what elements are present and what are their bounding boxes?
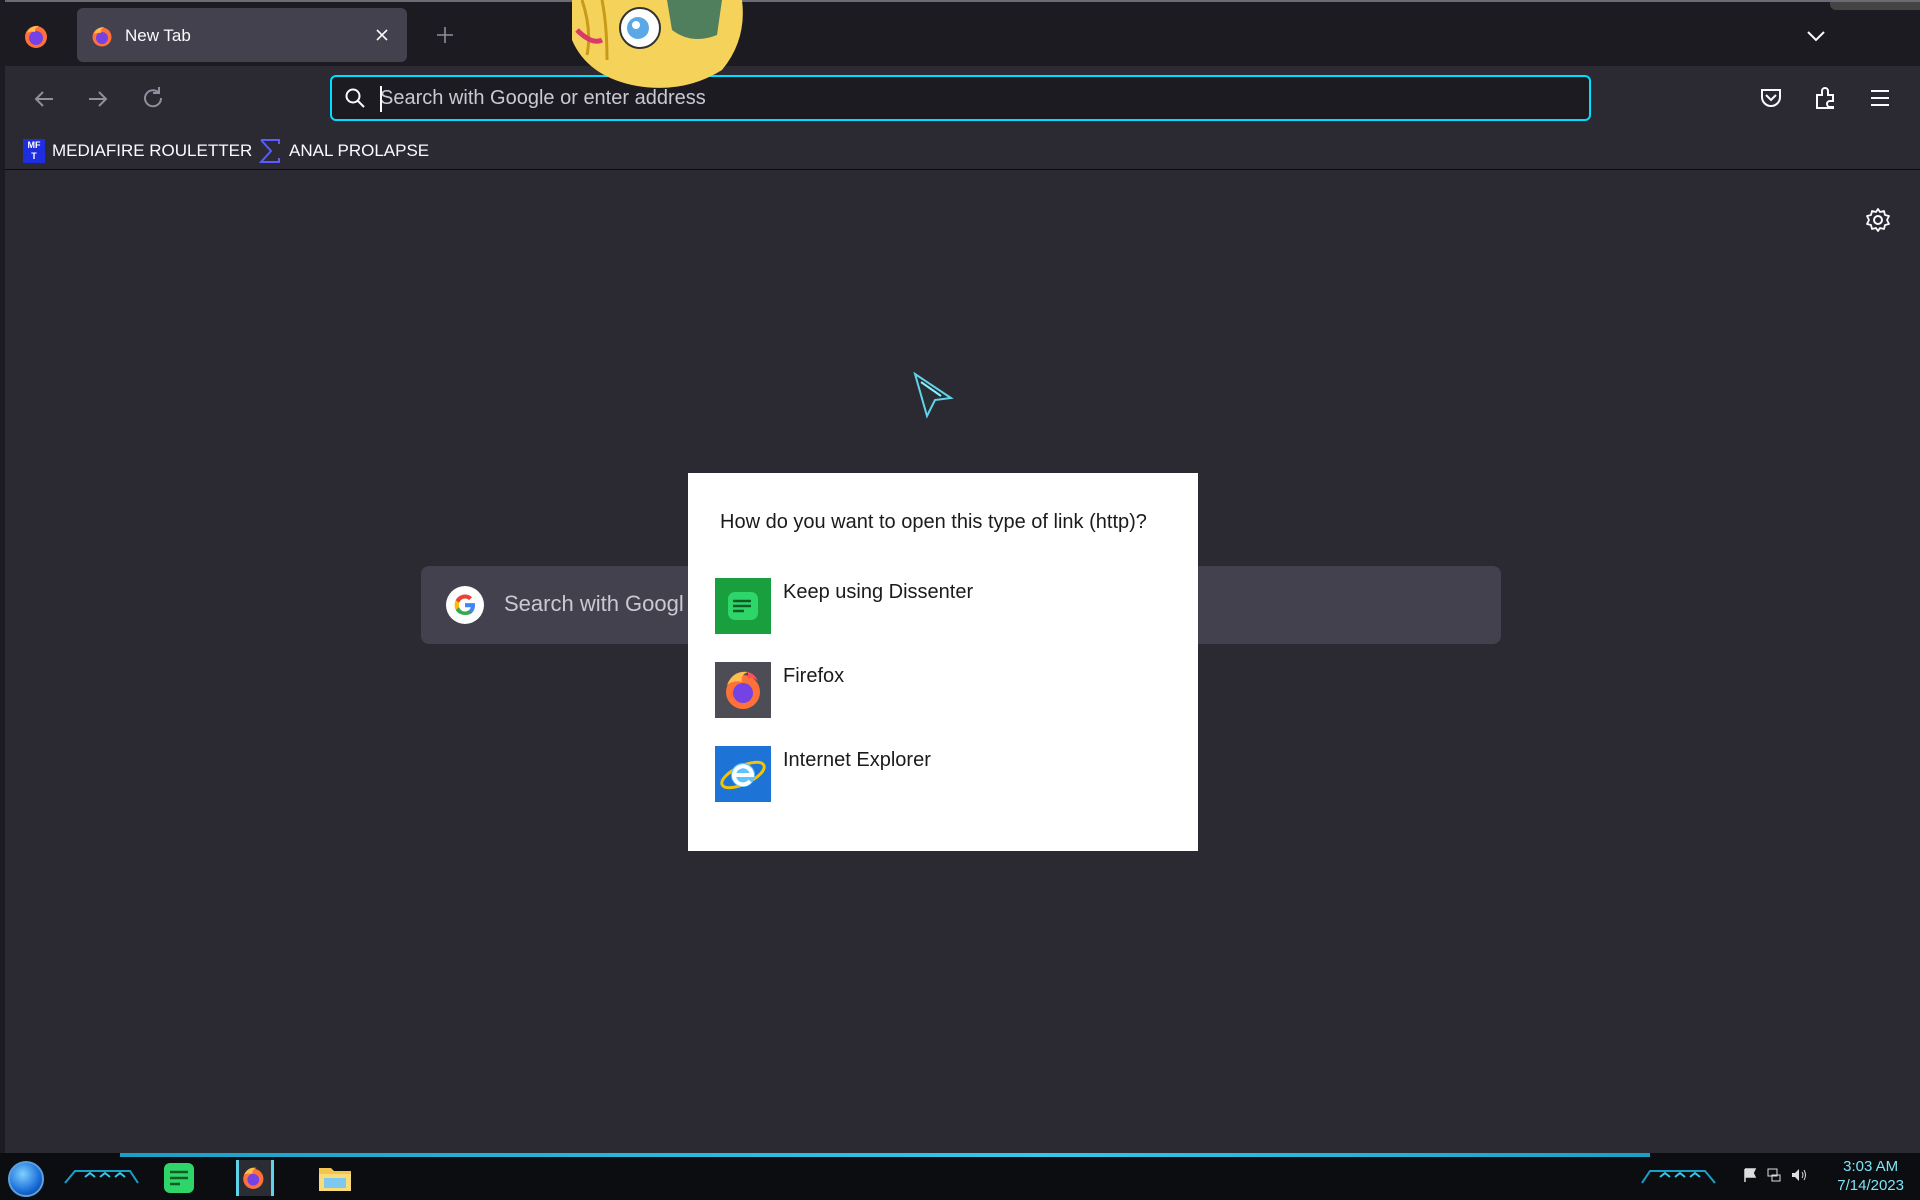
dissenter-icon[interactable] <box>160 1160 198 1196</box>
close-icon[interactable] <box>371 24 393 46</box>
mediafire-icon: MF T <box>23 139 45 163</box>
clock[interactable]: 3:03 AM 7/14/2023 <box>1837 1157 1904 1195</box>
address-input[interactable] <box>380 83 1570 113</box>
system-tray <box>1742 1167 1808 1183</box>
option-label: Firefox <box>783 665 845 687</box>
firefox-icon <box>91 25 113 47</box>
firefox-window: New Tab Search with Google or enter addr… <box>5 0 1920 1155</box>
volume-icon[interactable] <box>1790 1167 1808 1183</box>
dialog-title: How do you want to open this type of lin… <box>720 511 1147 533</box>
dissenter-icon <box>715 578 771 634</box>
firefox-icon <box>715 662 771 718</box>
taskbar-decoration <box>64 1170 139 1184</box>
taskbar-accent-line <box>120 1153 1650 1157</box>
new-tab-page: Search with Googl How do you want to ope… <box>5 170 1920 1155</box>
option-dissenter[interactable]: Keep using Dissenter <box>715 578 1175 638</box>
firefox-icon[interactable] <box>23 23 49 49</box>
tab-title: New Tab <box>125 26 191 45</box>
flag-icon[interactable] <box>1742 1167 1758 1183</box>
chevron-down-icon[interactable] <box>1802 22 1830 50</box>
taskbar: 3:03 AM 7/14/2023 <box>0 1153 1920 1200</box>
internet-explorer-icon <box>715 746 771 802</box>
cartoon-sticker <box>562 0 752 94</box>
reload-icon[interactable] <box>138 84 168 114</box>
option-internet-explorer[interactable]: Internet Explorer <box>715 746 1175 806</box>
tab-strip: New Tab <box>5 2 1920 66</box>
navigation-toolbar <box>5 66 1920 132</box>
desktop: New Tab Search with Google or enter addr… <box>0 0 1920 1200</box>
clock-time: 3:03 AM <box>1843 1158 1899 1175</box>
firefox-icon[interactable] <box>236 1160 274 1196</box>
text-caret <box>380 86 382 112</box>
option-label: Keep using Dissenter <box>783 581 974 603</box>
bookmark-label: ANAL PROLAPSE <box>289 141 430 160</box>
option-firefox[interactable]: Firefox <box>715 662 1175 722</box>
menu-icon[interactable] <box>1866 84 1894 112</box>
bookmark-mediafire-rouletter[interactable]: MF T MEDIAFIRE ROULETTER <box>23 138 252 164</box>
search-placeholder: Search with Googl <box>504 591 684 616</box>
file-explorer-icon[interactable] <box>316 1160 354 1196</box>
open-with-dialog: How do you want to open this type of lin… <box>688 473 1198 851</box>
window-frame-edge <box>1830 2 1920 10</box>
new-tab-button[interactable] <box>430 20 460 50</box>
back-arrow-icon[interactable] <box>29 84 59 114</box>
bookmarks-toolbar: MF T MEDIAFIRE ROULETTER ANAL PROLAPSE <box>5 132 1920 170</box>
bookmark-anal-prolapse[interactable]: ANAL PROLAPSE <box>258 138 429 164</box>
clock-date: 7/14/2023 <box>1837 1177 1904 1194</box>
tab-new-tab[interactable]: New Tab <box>77 8 407 62</box>
address-bar[interactable] <box>330 75 1591 121</box>
sigma-icon <box>258 139 280 163</box>
google-icon <box>446 586 484 624</box>
pocket-icon[interactable] <box>1757 84 1785 112</box>
forward-arrow-icon[interactable] <box>83 84 113 114</box>
search-icon <box>344 87 366 109</box>
network-icon[interactable] <box>1766 1167 1782 1183</box>
gear-icon[interactable] <box>1864 206 1892 234</box>
taskbar-decoration <box>1641 1170 1716 1184</box>
extensions-icon[interactable] <box>1811 84 1839 112</box>
option-label: Internet Explorer <box>783 749 931 771</box>
mouse-cursor <box>913 371 957 420</box>
start-button[interactable] <box>8 1161 44 1197</box>
bookmark-label: MEDIAFIRE ROULETTER <box>52 141 253 160</box>
